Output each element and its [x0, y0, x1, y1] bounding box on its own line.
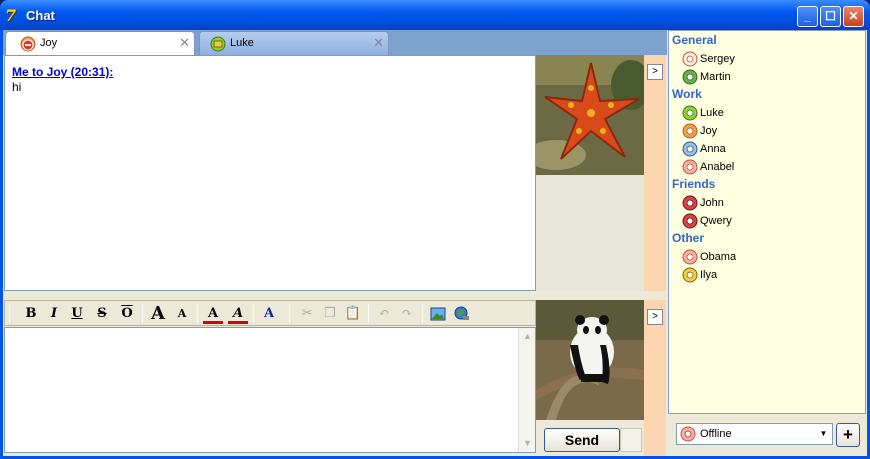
undo-icon[interactable]: ↶: [374, 304, 394, 324]
strikethrough-button[interactable]: S: [92, 304, 112, 324]
separator: [142, 304, 143, 323]
tab-bar: Joy ✕ Luke ✕: [3, 30, 667, 55]
insert-image-icon[interactable]: [428, 304, 448, 324]
contact-name: Ilya: [700, 269, 718, 281]
send-button[interactable]: Send: [544, 428, 620, 452]
highlight-button[interactable]: A: [228, 304, 248, 324]
message-text: hi: [12, 80, 22, 94]
starfish-avatar: [536, 55, 644, 175]
overline-button[interactable]: O: [117, 304, 137, 324]
client-area: Joy ✕ Luke ✕ Me to Joy (20:31): hi > B I…: [3, 30, 867, 456]
conversation-view[interactable]: Me to Joy (20:31): hi: [4, 55, 536, 291]
separator: [289, 304, 290, 323]
status-bar: Offline ▼ +: [668, 414, 866, 456]
redo-icon[interactable]: ↷: [397, 304, 417, 324]
input-scrollbar[interactable]: ▲ ▼: [518, 328, 535, 452]
font-color-button[interactable]: A: [203, 304, 223, 324]
globe-icon: [454, 306, 469, 320]
contact-name: Sergey: [700, 53, 735, 65]
contact-group-other[interactable]: Other: [672, 231, 704, 245]
contact-name: Anna: [700, 143, 726, 155]
expand-right-button[interactable]: >: [647, 309, 663, 325]
tab-joy[interactable]: Joy ✕: [5, 31, 195, 55]
status-dropdown[interactable]: Offline ▼: [676, 423, 833, 445]
bold-button[interactable]: B: [21, 304, 41, 324]
status-dnd-icon: [682, 195, 698, 211]
paste-icon[interactable]: 📋: [343, 304, 363, 324]
contact-name: Martin: [700, 71, 731, 83]
contact-name: Qwery: [700, 215, 732, 227]
image-icon: [430, 307, 446, 321]
contact-group-friends[interactable]: Friends: [672, 177, 715, 191]
minimize-button[interactable]: _: [797, 6, 818, 27]
app-icon: 7: [5, 6, 17, 25]
font-button[interactable]: A: [259, 304, 279, 324]
status-away-icon: [682, 141, 698, 157]
tab-close-icon[interactable]: ✕: [373, 35, 384, 51]
contact-group-work[interactable]: Work: [672, 87, 702, 101]
separator: [253, 304, 254, 323]
chevron-down-icon[interactable]: ▼: [816, 425, 831, 443]
italic-button[interactable]: I: [44, 304, 64, 324]
send-options-button[interactable]: [620, 428, 642, 452]
tab-label: Joy: [40, 37, 58, 49]
tab-close-icon[interactable]: ✕: [179, 35, 190, 51]
close-button[interactable]: ✕: [843, 6, 864, 27]
tab-luke[interactable]: Luke ✕: [199, 31, 389, 55]
status-icon: [682, 69, 698, 85]
separator: [197, 304, 198, 323]
scroll-down-icon[interactable]: ▼: [520, 436, 535, 451]
chat-window: 7 Chat _ ☐ ✕ Joy ✕ Luke ✕ Me to Joy (20:…: [0, 0, 870, 459]
status-value: Offline: [700, 428, 732, 440]
tab-label: Luke: [230, 37, 254, 49]
separator: [9, 304, 10, 323]
status-dnd-icon: [682, 213, 698, 229]
status-occupied-icon: [682, 267, 698, 283]
na-status-icon: [682, 51, 698, 67]
grow-font-button[interactable]: A: [148, 304, 168, 324]
message-header[interactable]: Me to Joy (20:31):: [12, 65, 113, 79]
title-bar[interactable]: 7 Chat _ ☐ ✕: [0, 0, 870, 30]
status-offline-icon: [680, 426, 696, 442]
scroll-up-icon[interactable]: ▲: [520, 329, 535, 344]
status-offline-icon: [682, 159, 698, 175]
add-contact-button[interactable]: +: [836, 423, 860, 447]
maximize-button[interactable]: ☐: [820, 6, 841, 27]
status-busy-icon: [682, 123, 698, 139]
contact-group-general[interactable]: General: [672, 33, 717, 47]
status-offline-icon: [682, 249, 698, 265]
status-busy-icon: [20, 36, 36, 52]
contact-name: Anabel: [700, 161, 735, 173]
contact-name: Luke: [700, 107, 724, 119]
separator: [368, 304, 369, 323]
status-online-icon: [210, 36, 226, 52]
contact-avatar-pane: [536, 55, 644, 291]
format-toolbar: B I U S O A A A A A ✂ ❐ 📋 ↶ ↷: [4, 300, 536, 326]
contact-list: General Sergey Martin Work Luke Joy Anna Anabel…: [668, 30, 866, 414]
separator: [422, 304, 423, 323]
expand-right-button[interactable]: >: [647, 64, 663, 80]
my-avatar-pane: Send: [536, 300, 644, 456]
contact-name: Joy: [700, 125, 718, 137]
cut-icon[interactable]: ✂: [297, 304, 317, 324]
copy-icon[interactable]: ❐: [320, 304, 340, 324]
insert-link-icon[interactable]: [452, 304, 472, 324]
contact-name: Obama: [700, 251, 737, 263]
expand-strip: >: [644, 300, 666, 456]
underline-button[interactable]: U: [67, 304, 87, 324]
expand-strip: >: [644, 55, 666, 291]
panda-avatar: [536, 300, 644, 420]
message-input[interactable]: ▲ ▼: [4, 327, 536, 453]
contact-name: John: [700, 197, 724, 209]
shrink-font-button[interactable]: A: [172, 304, 192, 324]
window-title: Chat: [26, 8, 55, 23]
status-online-icon: [682, 105, 698, 121]
